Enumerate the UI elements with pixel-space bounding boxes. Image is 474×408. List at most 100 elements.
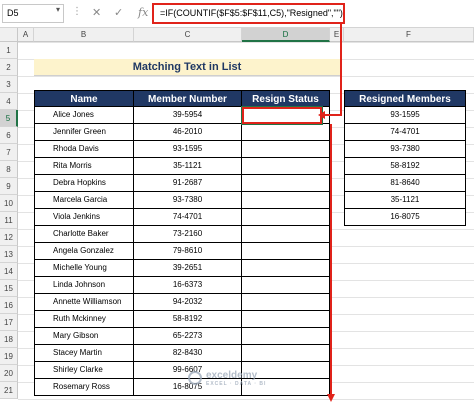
column-header-b[interactable]: B [34, 28, 134, 42]
row-header[interactable]: 3 [0, 76, 18, 93]
cell-name[interactable]: Ruth Mckinney [34, 311, 134, 328]
row-header[interactable]: 18 [0, 331, 18, 348]
row-header[interactable]: 21 [0, 382, 18, 399]
cell-name[interactable]: Linda Johnson [34, 277, 134, 294]
cell-resign-status[interactable] [241, 175, 330, 192]
row-header[interactable]: 12 [0, 229, 18, 246]
formula-bar: D5 ▾ ⋮ ✕ ✓ fx =IF(COUNTIF($F$5:$F$11,C5)… [0, 0, 474, 28]
cell-name[interactable]: Mary Gibson [34, 328, 134, 345]
row-header[interactable]: 20 [0, 365, 18, 382]
cell-name[interactable]: Alice Jones [34, 107, 134, 124]
header-name[interactable]: Name [34, 90, 134, 107]
cancel-icon[interactable]: ✕ [92, 6, 101, 19]
cell-member-number[interactable]: 39-2651 [133, 260, 242, 277]
name-box[interactable]: D5 [2, 4, 64, 23]
cell-resigned-member[interactable]: 93-7380 [344, 141, 466, 158]
cell-name[interactable]: Michelle Young [34, 260, 134, 277]
cell-member-number[interactable]: 46-2010 [133, 124, 242, 141]
cell-resigned-member[interactable]: 74-4701 [344, 124, 466, 141]
cell-resign-status[interactable] [241, 294, 330, 311]
active-cell-highlight [242, 107, 322, 124]
formula-input[interactable]: =IF(COUNTIF($F$5:$F$11,C5),"Resigned",""… [152, 3, 345, 24]
cell-name[interactable]: Shirley Clarke [34, 362, 134, 379]
row-header[interactable]: 19 [0, 348, 18, 365]
cell-resigned-member[interactable]: 93-1595 [344, 107, 466, 124]
header-resign-status[interactable]: Resign Status [241, 90, 330, 107]
cell-name[interactable]: Stacey Martin [34, 345, 134, 362]
cell-resign-status[interactable] [241, 124, 330, 141]
worksheet-grid[interactable]: A B C D E F 1 2 3 4 5 6 7 8 9 10 11 12 1… [0, 28, 474, 408]
cell-name[interactable]: Debra Hopkins [34, 175, 134, 192]
sheet-title[interactable]: Matching Text in List [34, 59, 340, 76]
cell-resign-status[interactable] [241, 328, 330, 345]
cell-name[interactable]: Rhoda Davis [34, 141, 134, 158]
cell-member-number[interactable]: 58-8192 [133, 311, 242, 328]
row-header[interactable]: 16 [0, 297, 18, 314]
name-box-value: D5 [7, 8, 19, 18]
column-header-d[interactable]: D [242, 28, 330, 42]
watermark-tagline: EXCEL · DATA · BI [206, 381, 267, 387]
cell-name[interactable]: Jennifer Green [34, 124, 134, 141]
cell-member-number[interactable]: 39-5954 [133, 107, 242, 124]
cell-member-number[interactable]: 65-2273 [133, 328, 242, 345]
cell-member-number[interactable]: 79-8610 [133, 243, 242, 260]
cell-member-number[interactable]: 74-4701 [133, 209, 242, 226]
cell-resign-status[interactable] [241, 260, 330, 277]
cell-name[interactable]: Annette Williamson [34, 294, 134, 311]
cell-resigned-member[interactable]: 81-8640 [344, 175, 466, 192]
row-header[interactable]: 17 [0, 314, 18, 331]
row-header[interactable]: 14 [0, 263, 18, 280]
cell-resigned-member[interactable]: 16-8075 [344, 209, 466, 226]
cell-name[interactable]: Marcela Garcia [34, 192, 134, 209]
enter-icon[interactable]: ✓ [114, 6, 123, 19]
cell-member-number[interactable]: 93-7380 [133, 192, 242, 209]
cell-resign-status[interactable] [241, 345, 330, 362]
row-header[interactable]: 6 [0, 127, 18, 144]
watermark-name: exceldemy [206, 370, 258, 381]
column-header-c[interactable]: C [134, 28, 242, 42]
insert-function-icon[interactable]: fx [138, 6, 148, 19]
cell-member-number[interactable]: 82-8430 [133, 345, 242, 362]
annotation-line [324, 114, 342, 116]
row-header[interactable]: 5 [0, 110, 18, 127]
cell-resign-status[interactable] [241, 158, 330, 175]
cell-resign-status[interactable] [241, 141, 330, 158]
exceldemy-logo-icon [188, 371, 202, 385]
cell-member-number[interactable]: 35-1121 [133, 158, 242, 175]
row-header[interactable]: 4 [0, 93, 18, 110]
row-header[interactable]: 2 [0, 59, 18, 76]
cell-member-number[interactable]: 73-2160 [133, 226, 242, 243]
row-header[interactable]: 7 [0, 144, 18, 161]
cell-member-number[interactable]: 91-2687 [133, 175, 242, 192]
select-all-corner[interactable] [0, 28, 18, 42]
cell-resign-status[interactable] [241, 311, 330, 328]
cell-resign-status[interactable] [241, 226, 330, 243]
row-header[interactable]: 1 [0, 42, 18, 59]
cell-name[interactable]: Viola Jenkins [34, 209, 134, 226]
row-header[interactable]: 13 [0, 246, 18, 263]
cell-resign-status[interactable] [241, 209, 330, 226]
cell-resigned-member[interactable]: 58-8192 [344, 158, 466, 175]
cell-name[interactable]: Charlotte Baker [34, 226, 134, 243]
cell-name[interactable]: Rosemary Ross [34, 379, 134, 396]
cell-name[interactable]: Rita Morris [34, 158, 134, 175]
cell-resign-status[interactable] [241, 277, 330, 294]
row-header[interactable]: 9 [0, 178, 18, 195]
cell-member-number[interactable]: 16-6373 [133, 277, 242, 294]
header-member-number[interactable]: Member Number [133, 90, 242, 107]
row-header[interactable]: 10 [0, 195, 18, 212]
cell-member-number[interactable]: 94-2032 [133, 294, 242, 311]
cell-name[interactable]: Angela Gonzalez [34, 243, 134, 260]
column-header-f[interactable]: F [344, 28, 474, 42]
cell-resign-status[interactable] [241, 192, 330, 209]
chevron-down-icon[interactable]: ▾ [56, 5, 60, 14]
column-header-a[interactable]: A [18, 28, 34, 42]
arrow-down-icon [327, 394, 335, 402]
row-header[interactable]: 8 [0, 161, 18, 178]
row-header[interactable]: 11 [0, 212, 18, 229]
cell-member-number[interactable]: 93-1595 [133, 141, 242, 158]
header-resigned-members[interactable]: Resigned Members [344, 90, 466, 107]
cell-resign-status[interactable] [241, 243, 330, 260]
cell-resigned-member[interactable]: 35-1121 [344, 192, 466, 209]
row-header[interactable]: 15 [0, 280, 18, 297]
